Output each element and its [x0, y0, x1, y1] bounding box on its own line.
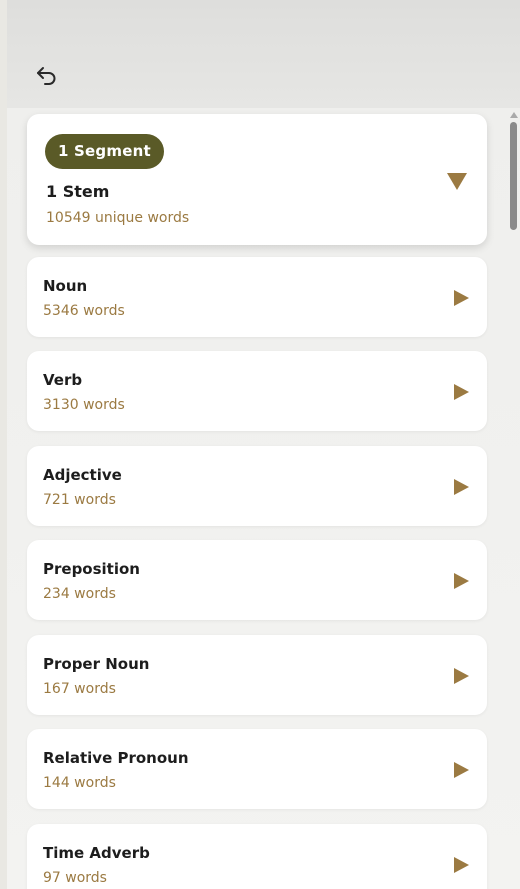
category-item-verb[interactable]: Verb 3130 words: [27, 351, 487, 431]
expand-triangle-icon[interactable]: [454, 290, 469, 306]
category-count: 234 words: [43, 586, 116, 602]
category-title: Noun: [43, 277, 88, 295]
category-count: 97 words: [43, 870, 107, 886]
category-count: 144 words: [43, 775, 116, 791]
expand-triangle-icon[interactable]: [454, 857, 469, 873]
category-item-adjective[interactable]: Adjective 721 words: [27, 446, 487, 526]
scroll-up-arrow-icon[interactable]: [510, 112, 518, 118]
category-item-preposition[interactable]: Preposition 234 words: [27, 540, 487, 620]
app: 1 Segment 1 Stem 10549 unique words Noun…: [0, 0, 520, 889]
category-item-time-adverb[interactable]: Time Adverb 97 words: [27, 824, 487, 889]
scrollbar[interactable]: [507, 108, 520, 889]
category-item-relative-pronoun[interactable]: Relative Pronoun 144 words: [27, 729, 487, 809]
undo-arrow-icon: [37, 67, 56, 85]
collapse-triangle-icon[interactable]: [447, 173, 467, 190]
stem-title: 1 Stem: [46, 182, 110, 201]
category-count: 721 words: [43, 492, 116, 508]
unique-word-count: 10549 unique words: [46, 210, 190, 226]
category-item-proper-noun[interactable]: Proper Noun 167 words: [27, 635, 487, 715]
category-count: 3130 words: [43, 397, 125, 413]
category-count: 167 words: [43, 681, 116, 697]
expand-triangle-icon[interactable]: [454, 479, 469, 495]
category-item-noun[interactable]: Noun 5346 words: [27, 257, 487, 337]
expand-triangle-icon[interactable]: [454, 762, 469, 778]
stem-group-card[interactable]: 1 Segment 1 Stem 10549 unique words: [27, 114, 487, 245]
expand-triangle-icon[interactable]: [454, 573, 469, 589]
expand-triangle-icon[interactable]: [454, 668, 469, 684]
category-title: Preposition: [43, 560, 140, 578]
category-title: Proper Noun: [43, 655, 150, 673]
category-title: Adjective: [43, 466, 122, 484]
category-title: Verb: [43, 371, 83, 389]
segment-badge: 1 Segment: [45, 134, 164, 169]
category-count: 5346 words: [43, 303, 125, 319]
word-group-list[interactable]: 1 Segment 1 Stem 10549 unique words Noun…: [7, 108, 520, 889]
scrollbar-thumb[interactable]: [510, 122, 517, 230]
left-edge: [0, 0, 7, 889]
back-button[interactable]: [30, 58, 64, 92]
category-title: Time Adverb: [43, 844, 150, 862]
header: [0, 0, 520, 108]
category-title: Relative Pronoun: [43, 749, 189, 767]
expand-triangle-icon[interactable]: [454, 384, 469, 400]
